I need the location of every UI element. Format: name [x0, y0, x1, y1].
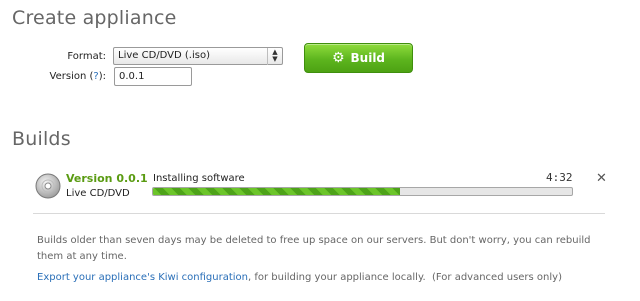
build-button-label: Build: [350, 51, 386, 65]
build-progress-bar: [152, 187, 573, 196]
create-appliance-heading: Create appliance: [12, 7, 177, 29]
format-select[interactable]: Live CD/DVD (.iso) ▲ ▼: [113, 47, 283, 65]
build-version: Version 0.0.1: [66, 172, 148, 185]
builds-heading: Builds: [12, 128, 71, 150]
build-time: 4:32: [546, 171, 573, 184]
gear-icon: ⚙: [331, 50, 345, 66]
export-note: (For advanced users only): [431, 272, 562, 283]
build-progress-fill: [153, 188, 401, 195]
disc-icon: [35, 173, 61, 199]
builds-notice: Builds older than seven days may be dele…: [37, 235, 591, 262]
version-input[interactable]: 0.0.1: [114, 67, 192, 86]
export-kiwi-link[interactable]: Export your appliance's Kiwi configurati…: [37, 272, 248, 283]
export-description: , for building your appliance locally.: [248, 272, 426, 283]
format-label: Format:: [67, 51, 106, 62]
builds-divider: [33, 213, 605, 214]
version-label: Version (?):: [49, 71, 106, 82]
build-status: Installing software: [153, 173, 245, 184]
select-arrows-icon: ▲ ▼: [267, 48, 282, 65]
close-icon[interactable]: ✕: [596, 171, 607, 186]
format-select-value: Live CD/DVD (.iso): [118, 50, 210, 61]
build-type: Live CD/DVD: [66, 188, 130, 199]
build-button[interactable]: ⚙ Build: [304, 43, 413, 73]
export-line: Export your appliance's Kiwi configurati…: [37, 272, 562, 283]
